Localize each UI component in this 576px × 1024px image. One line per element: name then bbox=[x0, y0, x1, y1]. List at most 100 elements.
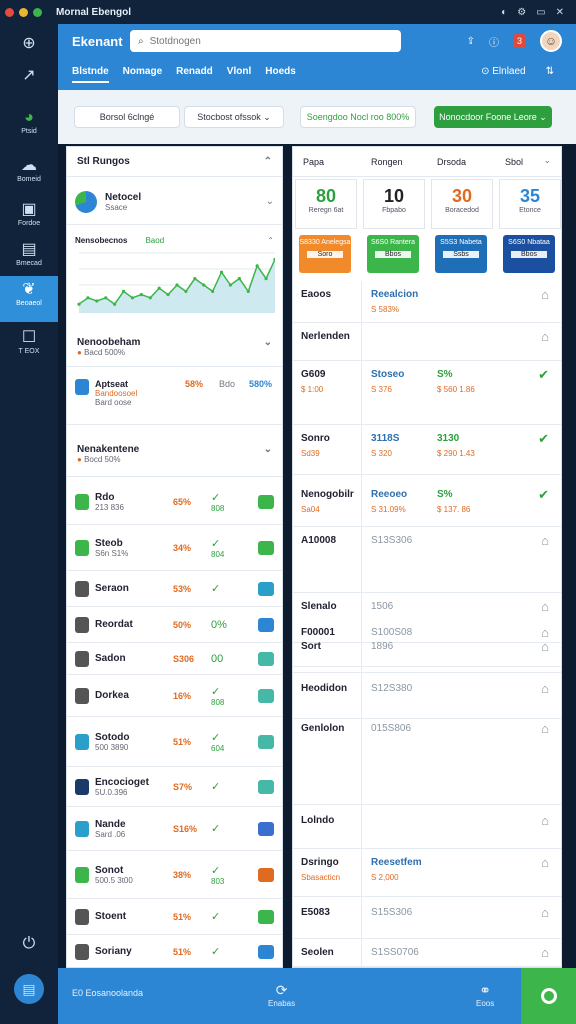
expand-icon[interactable]: ⌂ bbox=[541, 639, 549, 654]
stat-card[interactable]: 10 Fbpabo bbox=[363, 179, 425, 229]
table-row[interactable]: Nande Sard .06 S16% ✓ bbox=[67, 807, 282, 851]
sidebar-power-button[interactable]: ⏻ bbox=[0, 934, 58, 954]
search-box[interactable]: ⌕ bbox=[130, 30, 401, 52]
table-row[interactable]: Seolen S1SS0706 ⌂ bbox=[293, 939, 561, 967]
color-tile[interactable]: S5S3 Nabeta Ssbs bbox=[435, 235, 487, 273]
settings-icon[interactable]: ⇅ bbox=[546, 66, 554, 77]
tab-renadd[interactable]: Renadd bbox=[176, 66, 213, 83]
table-row[interactable]: Sonot 500.5 3t00 38% ✓ 803 bbox=[67, 851, 282, 899]
check-icon: ✓ bbox=[211, 491, 221, 504]
expand-icon[interactable]: ⌂ bbox=[541, 813, 549, 828]
table-row[interactable]: Dorkea 16% ✓ 808 bbox=[67, 675, 282, 717]
sidebar-item-globe[interactable]: ⊕ bbox=[0, 34, 58, 54]
table-row[interactable]: Sadon S306 00 bbox=[67, 643, 282, 675]
table-row[interactable]: Genlolon 015S806 ⌂ bbox=[293, 715, 561, 805]
tab-nomage[interactable]: Nomage bbox=[123, 66, 162, 83]
notification-badge[interactable]: 3 bbox=[512, 34, 526, 48]
user-icon[interactable]: ◐ bbox=[501, 7, 507, 18]
color-tile[interactable]: S6S0 Rantera Bbos bbox=[367, 235, 419, 273]
chart-point bbox=[77, 302, 81, 306]
stat-card[interactable]: 35 Etonce bbox=[499, 179, 561, 229]
color-tile[interactable]: S8330 Anelegsa Soro bbox=[299, 235, 351, 273]
table-row[interactable]: Nenogobilr Reeoeo S% Sa04 S 31.09% $ 137. 86 ✔ bbox=[293, 481, 561, 527]
sidebar-item-beoaeol[interactable]: ❦ Beoaeol bbox=[0, 276, 58, 322]
table-row[interactable]: Nerlenden ⌂ bbox=[293, 323, 561, 361]
upload-icon[interactable]: ⇪ bbox=[467, 36, 475, 47]
summary-row[interactable]: Aptseat Bandoosoel Bard oose 58% Bdo 580% bbox=[67, 369, 282, 425]
info-icon[interactable]: ⓘ bbox=[489, 34, 499, 49]
expand-icon[interactable]: ⌂ bbox=[541, 945, 549, 960]
column-header[interactable]: Papa bbox=[303, 157, 324, 167]
sidebar-layout-button[interactable]: ▤ bbox=[0, 974, 58, 1004]
table-row[interactable]: Lolndo ⌂ bbox=[293, 807, 561, 849]
toolbar-dropdown[interactable]: Stocbost ofssok ⌄ bbox=[184, 106, 284, 128]
expand-icon[interactable]: ⌂ bbox=[541, 721, 549, 736]
expand-icon[interactable]: ⌂ bbox=[541, 681, 549, 696]
close-icon[interactable]: ✕ bbox=[556, 7, 564, 18]
section-rungos: Stl Rungos ⌃ bbox=[67, 147, 282, 177]
table-row[interactable]: E5083 S15S306 ⌂ bbox=[293, 899, 561, 939]
sidebar-item-ptsid[interactable]: ◕ Ptsid bbox=[0, 108, 58, 135]
sidebar-item-bmecad[interactable]: ▤ Bmecad bbox=[0, 240, 58, 267]
chevron-down-icon[interactable]: ⌄ bbox=[543, 155, 551, 166]
list-item[interactable]: Netocel Ssace ⌄ bbox=[67, 179, 282, 225]
gear-icon[interactable]: ⚙ bbox=[517, 7, 526, 18]
color-tile[interactable]: S6S0 Nbataa Bbos bbox=[503, 235, 555, 273]
avatar[interactable]: ☺ bbox=[540, 30, 562, 52]
footer-center-button[interactable]: ⟳ Enabas bbox=[268, 982, 295, 1008]
tab-vlonl[interactable]: Vlonl bbox=[227, 66, 251, 83]
expand-icon[interactable]: ⌂ bbox=[541, 329, 549, 344]
window-icon[interactable]: ▭ bbox=[536, 7, 545, 18]
section-header[interactable]: Stl Rungos ⌃ bbox=[67, 147, 282, 177]
table-row[interactable]: Sort 1896 ⌂ bbox=[293, 633, 561, 673]
sidebar-item-box[interactable]: ☐ T EOX bbox=[0, 328, 58, 355]
table-row[interactable]: Reordat 50% 0% bbox=[67, 607, 282, 643]
section-header[interactable]: Nenoobeham ⌄ ● Bacd 500% bbox=[67, 327, 282, 367]
footer-right-button[interactable]: ⚭ Eoos bbox=[476, 982, 494, 1008]
column-header[interactable]: Drsoda bbox=[437, 157, 466, 167]
maximize-window-button[interactable] bbox=[33, 7, 42, 17]
table-row[interactable]: Stoent 51% ✓ bbox=[67, 899, 282, 935]
tab-hoeds[interactable]: Hoeds bbox=[265, 66, 296, 83]
expand-icon[interactable]: ⌂ bbox=[541, 599, 549, 614]
expand-icon[interactable]: ⌂ bbox=[541, 855, 549, 870]
check-icon[interactable]: ✔ bbox=[538, 367, 549, 383]
chevron-down-icon: ⌄ bbox=[539, 111, 547, 122]
expand-icon[interactable]: ⌂ bbox=[541, 533, 549, 548]
table-row[interactable]: Eaoos Reealcion S 583% ⌂ bbox=[293, 281, 561, 323]
column-header[interactable]: Rongen bbox=[371, 157, 403, 167]
table-row[interactable]: Encocioget 5U.0.396 S7% ✓ bbox=[67, 767, 282, 807]
table-row[interactable]: Heodidon S12S380 ⌂ bbox=[293, 675, 561, 719]
sidebar-item-chart[interactable]: ↗ bbox=[0, 66, 58, 86]
chart-icon: ↗ bbox=[22, 67, 36, 84]
toolbar-primary-button[interactable]: Nonocdoor Foone Leore ⌄ bbox=[434, 106, 552, 128]
sidebar-item-fordoe[interactable]: ▣ Fordoe bbox=[0, 200, 58, 227]
table-row[interactable]: Dsringo Reesetfem Sbasacticn S 2,000 ⌂ bbox=[293, 849, 561, 897]
toolbar-button-1[interactable]: Borsol 6clngé bbox=[74, 106, 180, 128]
expand-icon[interactable]: ⌂ bbox=[541, 905, 549, 920]
toolbar-button-3[interactable]: Soengdoo Nocl roo 800% bbox=[300, 106, 416, 128]
fab-button[interactable] bbox=[521, 968, 576, 1024]
table-row[interactable]: Steob S6n S1% 34% ✓ 804 bbox=[67, 525, 282, 571]
minimize-window-button[interactable] bbox=[19, 7, 28, 17]
section-header[interactable]: Nenakentene ⌄ ● Bocd 50% bbox=[67, 431, 282, 477]
table-row[interactable]: Rdo 213 836 65% ✓ 808 bbox=[67, 479, 282, 525]
table-row[interactable]: Sotodo 500 3890 51% ✓ 604 bbox=[67, 717, 282, 767]
table-row[interactable]: G609 Stoseo S% $ 1:00 S 376 $ 560 1.86 ✔ bbox=[293, 361, 561, 425]
search-input[interactable] bbox=[149, 35, 380, 47]
check-icon[interactable]: ✔ bbox=[538, 431, 549, 447]
table-row[interactable]: Sonro 3118S 3130 Sd39 S 320 $ 290 1.43 ✔ bbox=[293, 425, 561, 475]
table-row[interactable]: Seraon 53% ✓ bbox=[67, 571, 282, 607]
row-name: Rdo bbox=[95, 491, 115, 503]
check-icon[interactable]: ✔ bbox=[538, 487, 549, 503]
stat-card[interactable]: 80 Reregn 6at bbox=[295, 179, 357, 229]
table-row[interactable]: A10008 S13S306 ⌂ bbox=[293, 527, 561, 593]
expand-icon[interactable]: ⌂ bbox=[541, 287, 549, 302]
tab-blstnde[interactable]: Blstnde bbox=[72, 66, 109, 83]
stat-card[interactable]: 30 Boracedod bbox=[431, 179, 493, 229]
sidebar-item-bomeid[interactable]: ☁ Bomeid bbox=[0, 156, 58, 183]
column-header[interactable]: Sbol bbox=[505, 157, 523, 167]
table-row[interactable]: Soriany 51% ✓ bbox=[67, 935, 282, 969]
close-window-button[interactable] bbox=[5, 7, 14, 17]
header-right-link[interactable]: ⊙ Elnlaed bbox=[481, 66, 526, 77]
